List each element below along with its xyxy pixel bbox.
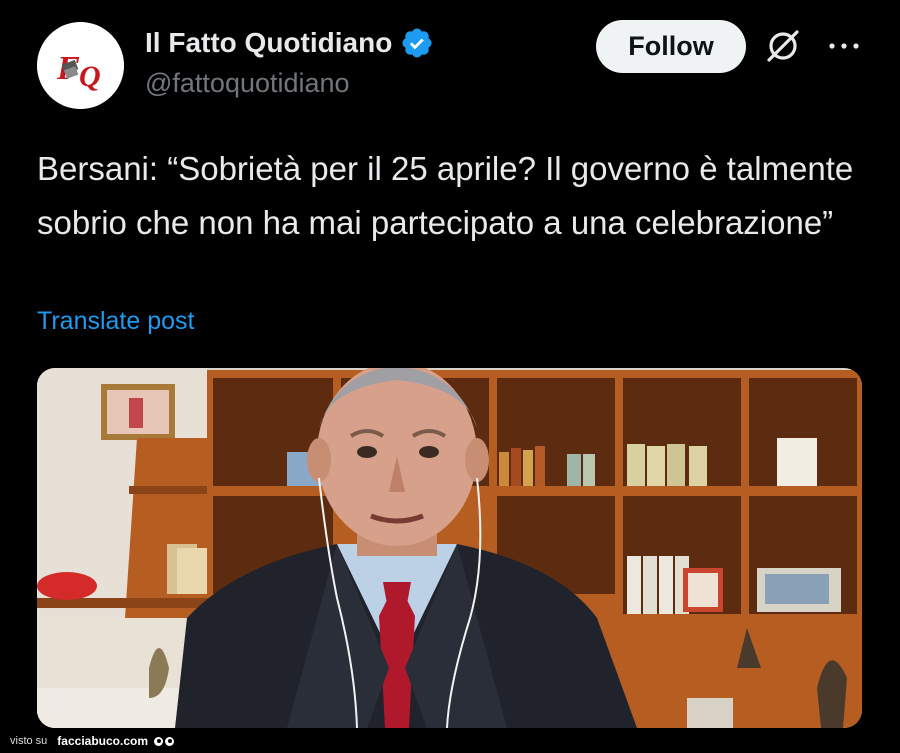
verified-badge-icon	[400, 26, 434, 60]
svg-text:Q: Q	[79, 60, 101, 93]
grok-icon[interactable]	[763, 26, 803, 66]
more-options-icon[interactable]	[826, 34, 862, 58]
post-media-photo[interactable]	[37, 368, 862, 728]
account-avatar[interactable]: F Q	[37, 22, 124, 109]
bersani-video-still	[37, 368, 862, 728]
name-row: Il Fatto Quotidiano	[145, 24, 434, 62]
account-handle[interactable]: @fattoquotidiano	[145, 68, 350, 99]
watermark-prefix: visto su	[10, 735, 48, 747]
watermark-bar: visto su facciabuco.com	[0, 729, 900, 753]
follow-button[interactable]: Follow	[596, 20, 746, 73]
translate-post-link[interactable]: Translate post	[37, 307, 194, 336]
il-fatto-quotidiano-logo: F Q	[37, 22, 124, 109]
display-name[interactable]: Il Fatto Quotidiano	[145, 27, 392, 59]
facciabuco-eyes-icon	[154, 736, 174, 746]
post-header: F Q Il Fatto Quotidiano @fattoquotidiano…	[0, 0, 900, 130]
watermark-site: facciabuco.com	[57, 734, 148, 748]
post-text: Bersani: “Sobrietà per il 25 aprile? Il …	[37, 150, 854, 241]
